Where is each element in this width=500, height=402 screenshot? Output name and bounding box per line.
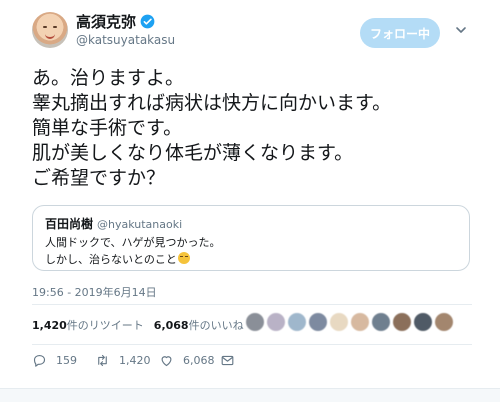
retweet-button[interactable]: 1,420 <box>95 352 151 368</box>
tweet-timestamp[interactable]: 19:56 - 2019年6月14日 <box>32 284 157 300</box>
author-avatar[interactable] <box>32 12 68 48</box>
retweets-count: 1,420 <box>32 319 67 332</box>
envelope-icon <box>221 355 234 365</box>
tweet-text-line: 肌が美しくなり体毛が薄くなります。 <box>32 142 354 164</box>
bottom-bar <box>0 388 500 402</box>
quoted-display-name: 百田尚樹 <box>45 217 94 231</box>
tweet-text-line: ご希望ですか？ <box>32 167 166 189</box>
persevering-face-emoji-icon <box>177 252 190 264</box>
author-display-name[interactable]: 高須克弥 <box>76 11 136 32</box>
retweet-icon <box>98 354 107 366</box>
heart-icon <box>161 355 172 366</box>
likers-avatars <box>246 313 456 331</box>
tweet-text-line: 簡単な手術です。 <box>32 117 183 139</box>
author-handle[interactable]: @katsuyatakasu <box>76 33 175 47</box>
liker-avatar[interactable] <box>435 313 453 331</box>
quoted-text-line-2: しかし、治らないとのこと <box>45 251 190 267</box>
liker-avatar[interactable] <box>288 313 306 331</box>
avatar-eye <box>43 26 47 28</box>
tweet-text: あ。治りますよ。 睾丸摘出すれば病状は快方に向かいます。 簡単な手術です。 肌が… <box>32 66 482 191</box>
liker-avatar[interactable] <box>246 313 264 331</box>
likes-label: 件のいいね <box>188 319 244 332</box>
divider <box>32 304 472 305</box>
tweet-stats: 1,420件のリツイート 6,068件のいいね <box>32 317 254 333</box>
likes-stat[interactable]: 6,068件のいいね <box>154 317 244 333</box>
likes-count: 6,068 <box>153 319 189 332</box>
tweet-card: 高須克弥 @katsuyatakasu フォロー中 あ。治りますよ。 睾丸摘出す… <box>0 0 500 402</box>
author-name-row: 高須克弥 <box>76 11 155 32</box>
retweets-label: 件のリツイート <box>66 319 144 332</box>
verified-badge-icon <box>140 14 155 28</box>
retweet-count: 1,420 <box>119 353 151 367</box>
liker-avatar[interactable] <box>414 313 432 331</box>
following-button[interactable]: フォロー中 <box>360 18 440 48</box>
quoted-tweet[interactable]: 百田尚樹 @hyakutanaoki 人間ドックで、ハゲが見つかった。 しかし、… <box>32 205 470 271</box>
chevron-down-icon[interactable] <box>455 24 467 36</box>
reply-icon <box>33 354 46 367</box>
like-count: 6,068 <box>183 353 215 367</box>
tweet-text-line: あ。治りますよ。 <box>32 67 185 89</box>
liker-avatar[interactable] <box>330 313 348 331</box>
like-button[interactable]: 6,068 <box>159 352 215 368</box>
liker-avatar[interactable] <box>372 313 390 331</box>
liker-avatar[interactable] <box>309 313 327 331</box>
reply-count: 159 <box>56 353 77 367</box>
divider <box>32 344 472 345</box>
avatar-eye <box>53 26 57 28</box>
quoted-handle: @hyakutanaoki <box>97 218 183 231</box>
direct-message-button[interactable] <box>220 352 244 368</box>
liker-avatar[interactable] <box>351 313 369 331</box>
retweets-stat[interactable]: 1,420件のリツイート <box>32 317 144 333</box>
liker-avatar[interactable] <box>267 313 285 331</box>
quoted-text: しかし、治らないとのこと <box>45 253 177 266</box>
liker-avatar[interactable] <box>393 313 411 331</box>
reply-button[interactable]: 159 <box>32 352 77 368</box>
quoted-tweet-header: 百田尚樹 @hyakutanaoki <box>45 215 182 232</box>
quoted-text-line: 人間ドックで、ハゲが見つかった。 <box>45 236 221 249</box>
tweet-text-line: 睾丸摘出すれば病状は快方に向かいます。 <box>32 92 392 114</box>
avatar-mouth <box>45 34 55 39</box>
